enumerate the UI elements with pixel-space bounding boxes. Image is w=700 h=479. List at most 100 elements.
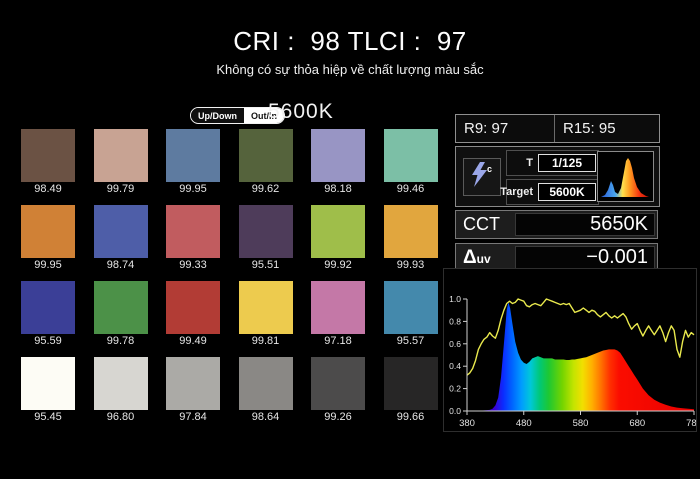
flash-mode-button[interactable]: c	[463, 158, 501, 196]
swatch-cell: 99.78	[94, 281, 148, 347]
color-swatch	[21, 129, 75, 182]
svg-text:c: c	[487, 164, 492, 174]
svg-text:480: 480	[516, 418, 532, 429]
swatch-cell: 98.18	[311, 129, 365, 195]
color-swatch	[239, 205, 293, 258]
page-title: CRI : 98 TLCI : 97	[0, 26, 700, 57]
duv-value: −0.001	[515, 246, 655, 269]
color-swatch	[384, 205, 438, 258]
color-swatch	[21, 205, 75, 258]
color-swatch	[384, 281, 438, 334]
swatch-cell: 99.33	[166, 205, 220, 271]
toggle-updown-button[interactable]: Up/Down	[191, 108, 244, 123]
swatch-cell: 99.26	[311, 357, 365, 423]
swatch-score: 99.46	[384, 183, 438, 195]
color-swatch	[311, 357, 365, 410]
target-row: Target 5600K	[506, 179, 599, 205]
cct-value: 5650K	[515, 213, 655, 236]
swatch-cell: 99.79	[94, 129, 148, 195]
color-swatch	[311, 281, 365, 334]
shutter-label: T	[526, 157, 533, 169]
target-label: Target	[500, 186, 533, 198]
duv-label: Δuv	[458, 247, 515, 269]
swatch-cell: 97.84	[166, 357, 220, 423]
r-values-box: R9: 97 R15: 95	[455, 114, 660, 143]
swatch-score: 95.45	[21, 411, 75, 423]
swatch-score: 98.64	[239, 411, 293, 423]
color-swatch	[384, 357, 438, 410]
color-swatch	[94, 129, 148, 182]
color-swatch	[239, 357, 293, 410]
swatch-cell: 99.49	[166, 281, 220, 347]
swatch-cell: 95.59	[21, 281, 75, 347]
svg-text:680: 680	[629, 418, 645, 429]
color-swatch	[21, 357, 75, 410]
color-swatch	[311, 129, 365, 182]
color-swatch	[94, 205, 148, 258]
svg-text:780: 780	[686, 418, 696, 429]
swatch-score: 99.26	[311, 411, 365, 423]
swatch-cell: 98.64	[239, 357, 293, 423]
swatch-score: 98.49	[21, 183, 75, 195]
kelvin-label: 5600K	[268, 100, 334, 124]
swatch-score: 99.93	[384, 259, 438, 271]
svg-text:380: 380	[459, 418, 475, 429]
color-swatch	[384, 129, 438, 182]
svg-text:0.8: 0.8	[449, 316, 461, 326]
shutter-value-box[interactable]: 1/125	[538, 154, 596, 172]
target-value-box[interactable]: 5600K	[538, 183, 596, 201]
swatch-score: 96.80	[94, 411, 148, 423]
svg-text:580: 580	[573, 418, 589, 429]
swatch-score: 95.57	[384, 335, 438, 347]
delta-glyph: Δ	[463, 247, 477, 268]
swatch-cell: 99.46	[384, 129, 438, 195]
swatch-score: 99.62	[239, 183, 293, 195]
swatch-score: 99.79	[94, 183, 148, 195]
swatch-cell: 98.49	[21, 129, 75, 195]
meter-screen: CRI : 98 TLCI : 97 Không có sự thỏa hiệp…	[0, 0, 700, 479]
color-swatch	[21, 281, 75, 334]
color-swatch	[239, 281, 293, 334]
uv-subscript: uv	[477, 252, 491, 266]
swatch-cell: 99.95	[21, 205, 75, 271]
color-swatch	[166, 129, 220, 182]
color-swatch	[239, 129, 293, 182]
flash-c-icon: c	[470, 161, 494, 194]
r9-value: R9: 97	[456, 115, 554, 142]
swatch-cell: 99.95	[166, 129, 220, 195]
swatch-score: 99.95	[21, 259, 75, 271]
swatch-cell: 99.66	[384, 357, 438, 423]
swatch-score: 99.33	[166, 259, 220, 271]
swatch-cell: 99.81	[239, 281, 293, 347]
swatch-score: 99.49	[166, 335, 220, 347]
color-swatch	[94, 357, 148, 410]
color-swatch	[94, 281, 148, 334]
r15-value: R15: 95	[554, 115, 659, 142]
color-swatch	[166, 205, 220, 258]
swatch-score: 99.78	[94, 335, 148, 347]
cct-label: CCT	[458, 214, 515, 235]
shutter-row: T 1/125	[506, 150, 599, 176]
svg-text:1.0: 1.0	[449, 294, 461, 304]
swatch-score: 97.18	[311, 335, 365, 347]
spectrum-thumbnail-icon[interactable]	[597, 151, 654, 202]
swatch-grid: 98.49 99.79 99.95 99.62 98.18 99.46 99.95 98.74…	[21, 129, 437, 423]
svg-text:0.0: 0.0	[449, 406, 461, 416]
swatch-cell: 95.45	[21, 357, 75, 423]
svg-text:0.2: 0.2	[449, 384, 461, 394]
swatch-cell: 99.93	[384, 205, 438, 271]
swatch-cell: 97.18	[311, 281, 365, 347]
svg-text:0.4: 0.4	[449, 361, 461, 371]
exposure-settings: T 1/125 Target 5600K	[506, 150, 599, 208]
swatch-cell: 98.74	[94, 205, 148, 271]
swatch-score: 98.18	[311, 183, 365, 195]
svg-text:0.6: 0.6	[449, 339, 461, 349]
swatch-score: 98.74	[94, 259, 148, 271]
swatch-cell: 95.51	[239, 205, 293, 271]
swatch-score: 99.95	[166, 183, 220, 195]
color-swatch	[166, 357, 220, 410]
swatch-cell: 99.92	[311, 205, 365, 271]
page-subtitle: Không có sự thỏa hiệp về chất lượng màu …	[0, 62, 700, 77]
swatch-score: 95.59	[21, 335, 75, 347]
color-swatch	[166, 281, 220, 334]
